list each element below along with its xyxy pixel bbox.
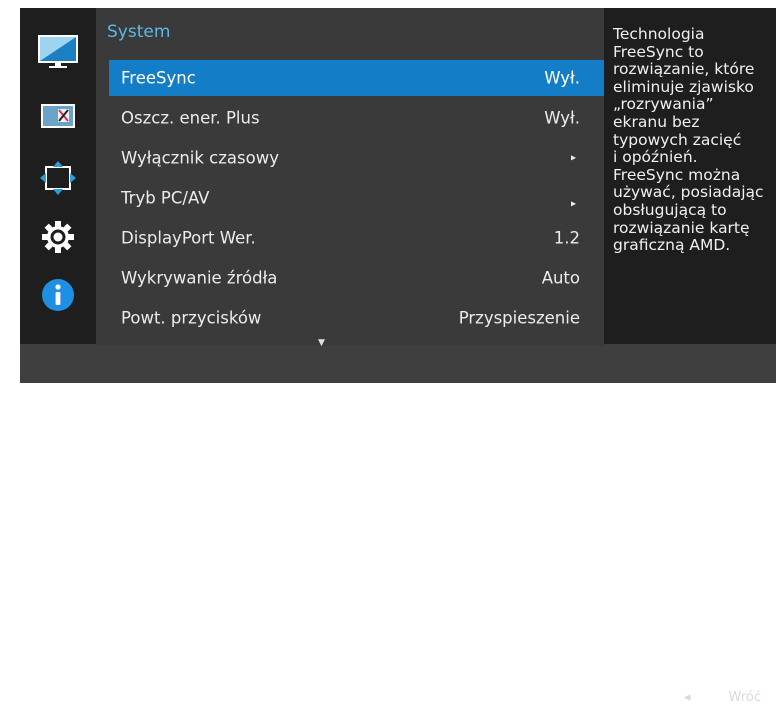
menu-item-label: Powt. przycisków: [121, 308, 262, 328]
menu-item-value: Wył.: [544, 68, 580, 88]
scroll-down-icon[interactable]: ▼: [318, 338, 325, 348]
back-label: Wróć: [728, 690, 761, 705]
menu-item-value: Wył.: [544, 108, 580, 128]
menu-title: System: [107, 22, 171, 42]
menu-item-label: DisplayPort Wer.: [121, 228, 256, 248]
help-description: Technologia FreeSync to rozwiązanie, któ…: [613, 25, 764, 255]
chevron-right-icon: ▸: [570, 152, 576, 164]
chevron-right-icon: ▸: [570, 198, 576, 210]
info-icon: [42, 279, 74, 311]
back-arrow-icon: ◂: [684, 690, 691, 705]
menu-item-off-timer[interactable]: Wyłącznik czasowy ▸: [109, 140, 604, 176]
menu-item-value: 1.2: [553, 228, 580, 248]
menu-item-label: FreeSync: [121, 68, 196, 88]
menu-item-value: Auto: [541, 268, 580, 288]
position-arrows-icon: [40, 161, 76, 195]
monitor-osd: ◂ Wróć System FreeSync Wył. Oszcz. ener.…: [20, 8, 776, 705]
menu-item-value: Przyspieszenie: [458, 308, 580, 328]
sidebar-item-system[interactable]: [30, 217, 86, 257]
menu-item-pc-av-mode[interactable]: Tryb PC/AV ▸: [109, 180, 604, 216]
menu-item-displayport-version[interactable]: DisplayPort Wer. 1.2: [109, 220, 604, 256]
picture-icon: [38, 35, 78, 68]
sidebar-item-picture[interactable]: [30, 32, 86, 72]
menu-item-eco-saving-plus[interactable]: Oszcz. ener. Plus Wył.: [109, 100, 604, 136]
menu-item-source-detection[interactable]: Wykrywanie źródła Auto: [109, 260, 604, 296]
gear-icon: [42, 221, 74, 253]
back-button[interactable]: ◂ Wróć: [684, 690, 761, 705]
menu-item-label: Wyłącznik czasowy: [121, 148, 279, 168]
sidebar-item-position[interactable]: [30, 158, 86, 198]
menu-item-label: Tryb PC/AV: [121, 188, 210, 208]
bottom-bar: ◂ Wróć: [20, 344, 776, 705]
menu-item-key-repeat-time[interactable]: Powt. przycisków Przyspieszenie: [109, 300, 604, 336]
onscreen-display-icon: [41, 104, 75, 128]
sidebar-item-information[interactable]: [30, 275, 86, 315]
menu-item-label: Wykrywanie źródła: [121, 268, 278, 288]
menu-item-label: Oszcz. ener. Plus: [121, 108, 260, 128]
sidebar-item-onscreen-display[interactable]: [30, 96, 86, 136]
menu-item-freesync[interactable]: FreeSync Wył.: [109, 60, 604, 96]
sidebar: [20, 8, 96, 344]
system-menu-panel: System FreeSync Wył. Oszcz. ener. Plus W…: [96, 8, 604, 348]
